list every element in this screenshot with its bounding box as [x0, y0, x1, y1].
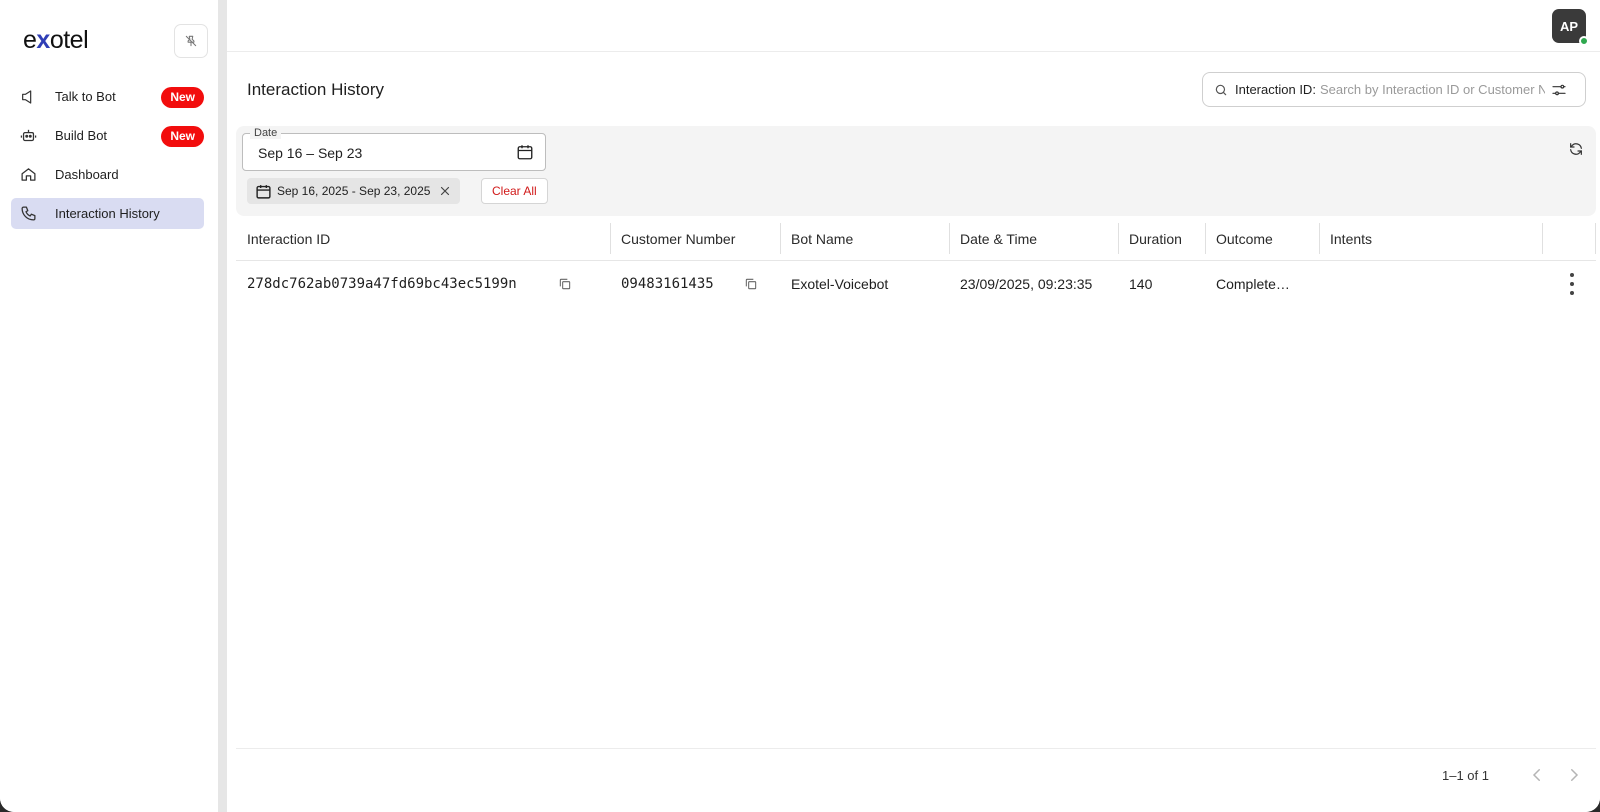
calendar-icon[interactable]: [516, 143, 534, 161]
column-header-intents[interactable]: Intents: [1319, 218, 1372, 261]
new-badge: New: [161, 126, 204, 147]
cell-date-time: 23/09/2025, 09:23:35: [960, 276, 1093, 292]
date-filter-chip: Sep 16, 2025 - Sep 23, 2025: [247, 178, 461, 204]
home-icon: [18, 165, 38, 185]
exotel-logo: exotel: [23, 26, 89, 54]
app-window: exotel Talk to Bot New Build Bot New Das…: [0, 0, 1600, 812]
column-resize-handle[interactable]: [1595, 223, 1596, 254]
speaker-icon: [18, 87, 38, 107]
interactions-table: Interaction ID Customer Number Bot Name …: [236, 218, 1596, 307]
table-header: Interaction ID Customer Number Bot Name …: [236, 218, 1596, 261]
pin-off-icon: [185, 35, 197, 47]
date-filter-chip-label: Sep 16, 2025 - Sep 23, 2025: [277, 184, 431, 198]
main-content: AP Interaction History Interaction ID: D…: [227, 0, 1600, 812]
cell-intents: [1319, 261, 1330, 307]
cell-customer-number: 09483161435: [621, 276, 714, 292]
cell-interaction-id: 278dc762ab0739a47fd69bc43ec5199n: [247, 276, 517, 292]
avatar-initials: AP: [1559, 18, 1579, 34]
search-box[interactable]: Interaction ID:: [1202, 72, 1586, 107]
column-header-date-time[interactable]: Date & Time: [949, 218, 1037, 261]
row-actions-kebab-icon[interactable]: [1564, 273, 1580, 295]
filter-panel: Date Sep 16 – Sep 23 Sep 16, 2025 - Sep …: [236, 126, 1596, 216]
sidebar-nav: Talk to Bot New Build Bot New Dashboard: [11, 81, 204, 237]
phone-icon: [18, 204, 38, 224]
sidebar-item-label: Build Bot: [55, 128, 108, 143]
close-icon[interactable]: [439, 185, 451, 197]
column-header-bot-name[interactable]: Bot Name: [780, 218, 853, 261]
calendar-icon: [256, 184, 271, 199]
robot-icon: [18, 126, 38, 146]
column-header-duration[interactable]: Duration: [1118, 218, 1182, 261]
sidebar-divider[interactable]: [218, 0, 227, 812]
search-input[interactable]: [1319, 82, 1545, 97]
copy-icon[interactable]: [558, 277, 572, 291]
sidebar-item-build-bot[interactable]: Build Bot New: [11, 120, 204, 151]
date-range-field[interactable]: Date Sep 16 – Sep 23: [242, 127, 546, 171]
new-badge: New: [161, 87, 204, 108]
sidebar-item-label: Interaction History: [55, 206, 160, 221]
sidebar-item-label: Talk to Bot: [55, 89, 116, 104]
table-footer-divider: [236, 748, 1596, 749]
pagination-range: 1–1 of 1: [1442, 768, 1489, 783]
sidebar-item-label: Dashboard: [55, 167, 119, 182]
unpin-sidebar-button[interactable]: [174, 24, 208, 58]
column-resize-handle[interactable]: [1542, 223, 1543, 254]
cell-outcome: Complete…: [1216, 276, 1290, 292]
date-range-value: Sep 16 – Sep 23: [258, 145, 363, 161]
copy-icon[interactable]: [744, 277, 758, 291]
filter-settings-icon[interactable]: [1551, 82, 1567, 98]
refresh-icon[interactable]: [1568, 141, 1584, 157]
column-header-interaction-id[interactable]: Interaction ID: [236, 218, 330, 261]
avatar[interactable]: AP: [1552, 9, 1589, 46]
search-field-label: Interaction ID:: [1235, 82, 1316, 97]
cell-duration: 140: [1129, 276, 1153, 292]
online-status-dot: [1579, 36, 1589, 46]
column-header-customer-number[interactable]: Customer Number: [610, 218, 735, 261]
sidebar-item-interaction-history[interactable]: Interaction History: [11, 198, 204, 229]
clear-all-button[interactable]: Clear All: [481, 178, 548, 204]
cell-bot-name: Exotel-Voicebot: [791, 276, 889, 292]
column-header-outcome[interactable]: Outcome: [1205, 218, 1273, 261]
date-field-label: Date: [250, 127, 282, 139]
sidebar-item-talk-to-bot[interactable]: Talk to Bot New: [11, 81, 204, 112]
page-title: Interaction History: [247, 80, 384, 99]
sidebar-item-dashboard[interactable]: Dashboard: [11, 159, 204, 190]
chevron-right-icon[interactable]: [1565, 766, 1583, 784]
chevron-left-icon[interactable]: [1528, 766, 1546, 784]
top-bar: AP: [227, 0, 1600, 52]
sidebar: exotel Talk to Bot New Build Bot New Das…: [0, 0, 218, 812]
search-icon: [1215, 84, 1227, 95]
table-row[interactable]: 278dc762ab0739a47fd69bc43ec5199n 0948316…: [236, 261, 1596, 307]
